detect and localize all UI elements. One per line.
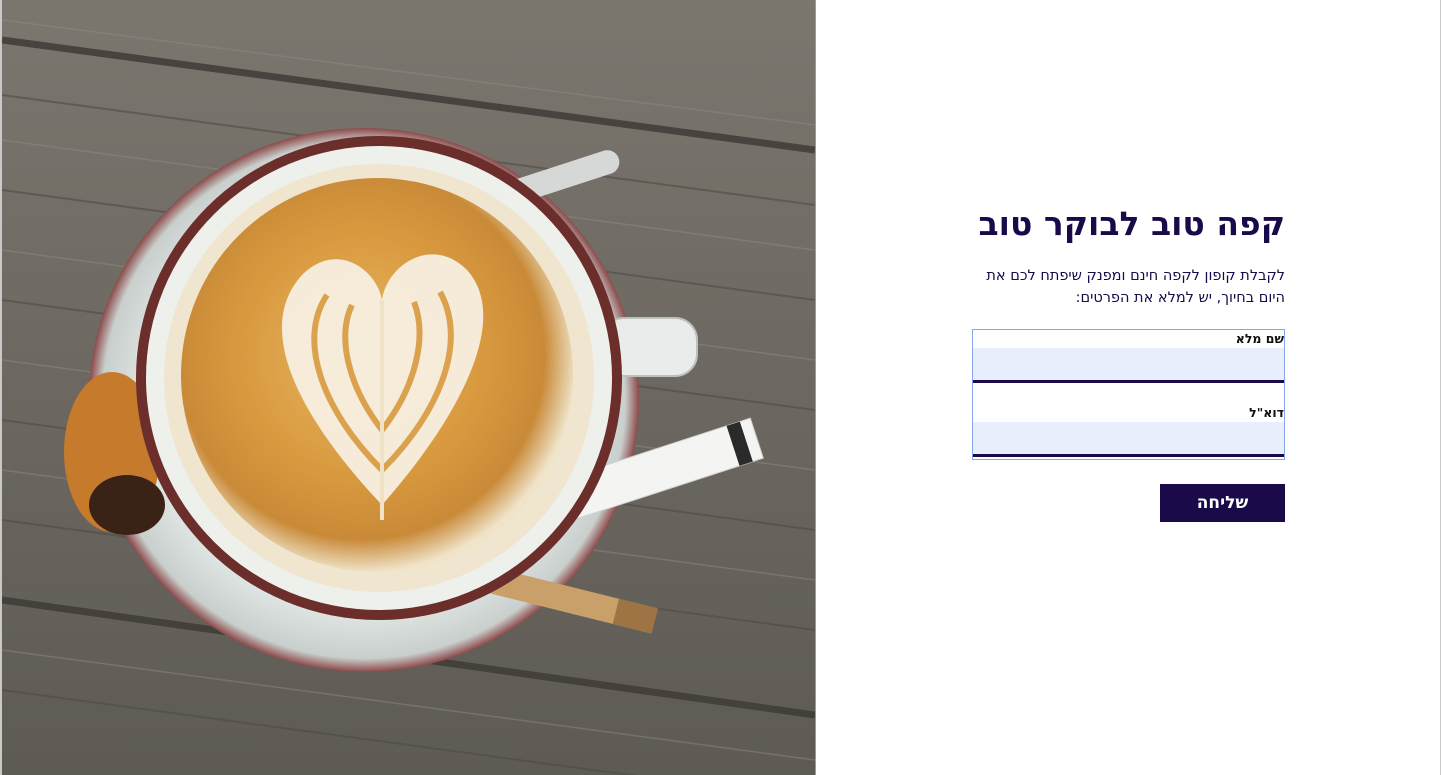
full-name-input[interactable] [973,348,1284,383]
page-title: קפה טוב לבוקר טוב [978,204,1285,243]
page: קפה טוב לבוקר טוב לקבלת קופון לקפה חינם … [0,0,1441,775]
form-description: לקבלת קופון לקפה חינם ומפנק שיפתח לכם את… [986,268,1285,306]
coffee-photo-image [2,0,815,775]
coffee-photo [2,0,816,775]
coupon-form: קפה טוב לבוקר טוב לקבלת קופון לקפה חינם … [816,0,1440,775]
form-fields: שם מלא דוא"ל [972,329,1285,460]
full-name-field-group: שם מלא [973,330,1284,385]
email-label: דוא"ל [1249,405,1284,420]
submit-button[interactable]: שליחה [1160,484,1285,522]
full-name-label: שם מלא [1235,331,1284,346]
email-input[interactable] [973,422,1284,457]
email-field-group: דוא"ל [973,404,1284,459]
